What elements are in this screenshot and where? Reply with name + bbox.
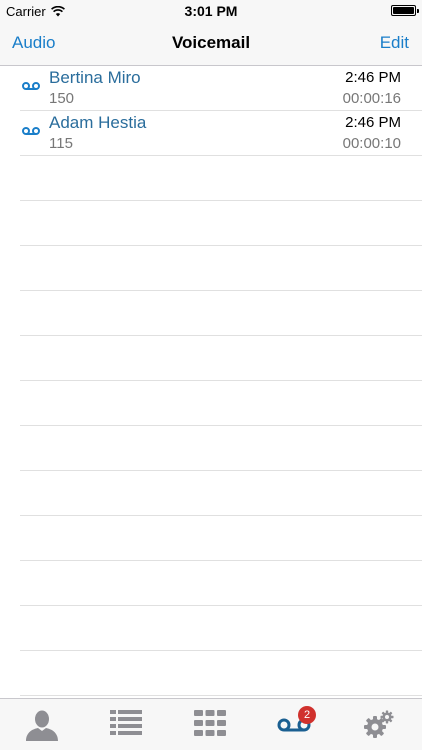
voicemail-time: 2:46 PM: [345, 114, 401, 131]
battery-icon: [391, 5, 419, 16]
gears-icon: [364, 710, 394, 738]
empty-row: [20, 651, 422, 696]
tab-bar: 2: [0, 698, 422, 750]
empty-row: [20, 471, 422, 516]
voicemail-duration: 00:00:10: [342, 135, 401, 152]
voicemail-icon: [22, 127, 40, 135]
caller-extension: 115: [49, 135, 73, 152]
empty-row: [20, 201, 422, 246]
caller-name: Adam Hestia: [49, 113, 147, 132]
empty-row: [20, 426, 422, 471]
tab-contacts[interactable]: [0, 699, 84, 750]
empty-row: [20, 516, 422, 561]
edit-button[interactable]: Edit: [380, 33, 409, 53]
tab-settings[interactable]: [336, 699, 420, 750]
empty-row: [20, 246, 422, 291]
caller-name: Bertina Miro: [49, 68, 141, 87]
voicemail-time: 2:46 PM: [345, 69, 401, 86]
tab-history[interactable]: [84, 699, 168, 750]
voicemail-icon: [22, 82, 40, 90]
list-icon: [110, 710, 142, 735]
empty-row: [20, 156, 422, 201]
caller-extension: 150: [49, 90, 75, 107]
voicemail-badge: 2: [298, 706, 316, 724]
person-icon: [26, 710, 58, 741]
status-time: 3:01 PM: [184, 3, 238, 19]
keypad-icon: [194, 710, 226, 736]
status-bar: Carrier 3:01 PM: [0, 0, 422, 22]
empty-row: [20, 381, 422, 426]
voicemail-list[interactable]: Bertina Miro 150 2:46 PM 00:00:16 Adam H…: [0, 66, 422, 698]
voicemail-duration: 00:00:16: [342, 90, 401, 107]
empty-row: [20, 606, 422, 651]
empty-row: [20, 561, 422, 606]
tab-voicemail[interactable]: 2: [252, 699, 336, 750]
tab-keypad[interactable]: [168, 699, 252, 750]
page-title: Voicemail: [171, 33, 251, 52]
voicemail-row[interactable]: Adam Hestia 115 2:46 PM 00:00:10: [20, 111, 422, 156]
empty-row: [20, 291, 422, 336]
voicemail-row[interactable]: Bertina Miro 150 2:46 PM 00:00:16: [20, 66, 422, 111]
navigation-bar: Audio Voicemail Edit: [0, 22, 422, 66]
empty-row: [20, 336, 422, 381]
